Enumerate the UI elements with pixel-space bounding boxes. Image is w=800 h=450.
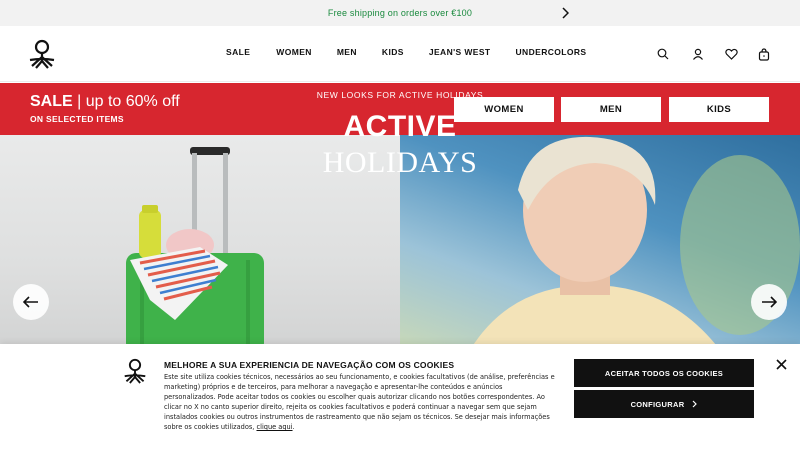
chevron-right-icon [692,400,698,408]
hero-kicker: NEW LOOKS FOR ACTIVE HOLIDAYS [316,90,484,100]
nav-undercolors[interactable]: UNDERCOLORS [516,47,587,57]
promo-bar: Free shipping on orders over €100 [0,0,800,26]
cookie-title: MELHORE A SUA EXPERIENCIA DE NAVEGAÇÃO C… [164,360,455,370]
nav-jeans-west[interactable]: JEAN'S WEST [429,47,491,57]
benetton-logo-icon [123,358,147,384]
accept-all-cookies-button[interactable]: ACEITAR TODOS OS COOKIES [574,359,754,387]
nav-kids[interactable]: KIDS [382,47,404,57]
cookie-body: Este site utiliza cookies técnicos, nece… [164,373,555,431]
nav-men[interactable]: MEN [337,47,357,57]
configure-cookies-button[interactable]: CONFIGURAR [574,390,754,418]
benetton-logo-icon[interactable] [28,39,56,69]
heart-icon[interactable] [722,45,740,63]
arrow-left-icon[interactable] [13,284,49,320]
search-icon[interactable] [654,45,672,63]
chevron-right-icon[interactable] [558,5,572,21]
bag-icon[interactable] [755,45,773,63]
site-header: SALE WOMEN MEN KIDS JEAN'S WEST UNDERCOL… [0,26,800,82]
nav-women[interactable]: WOMEN [276,47,312,57]
cookie-text: Este site utiliza cookies técnicos, nece… [164,372,556,432]
hero-title-serif: HOLIDAYS [322,146,478,179]
arrow-right-icon[interactable] [751,284,787,320]
cookie-body-end: . [292,423,295,431]
cookie-more-link[interactable]: clique aqui [256,423,292,431]
main-nav: SALE WOMEN MEN KIDS JEAN'S WEST UNDERCOL… [226,47,587,57]
close-icon[interactable] [773,356,789,372]
promo-text: Free shipping on orders over €100 [327,8,473,18]
hero-title: ACTIVE [343,110,457,143]
header-actions [654,45,773,63]
nav-sale[interactable]: SALE [226,47,250,57]
configure-label: CONFIGURAR [630,399,685,409]
user-icon[interactable] [689,45,707,63]
